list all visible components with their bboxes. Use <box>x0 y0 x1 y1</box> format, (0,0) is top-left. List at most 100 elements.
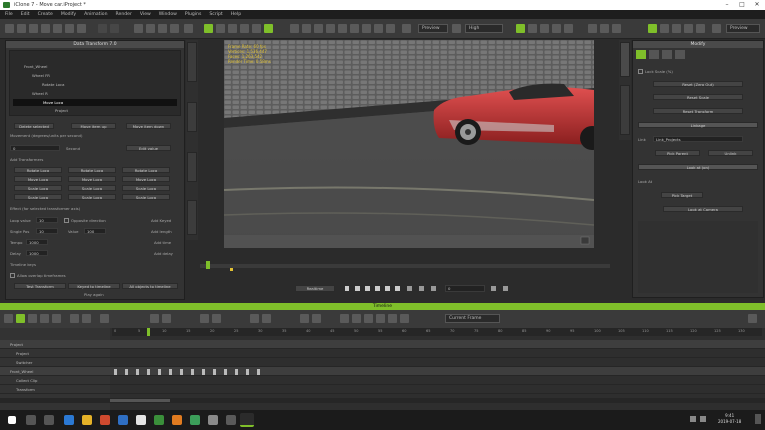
explorer-icon[interactable] <box>82 415 92 425</box>
layout-select[interactable]: Preview <box>726 24 760 33</box>
loop-input[interactable]: 10 <box>36 217 58 223</box>
prev-frame-icon[interactable] <box>365 286 370 291</box>
tab-media[interactable] <box>187 152 197 182</box>
allow-overlap-checkbox[interactable] <box>10 273 15 278</box>
track-row-project-child[interactable]: Project <box>0 349 765 358</box>
layout-icon[interactable] <box>712 24 721 33</box>
snap-icon[interactable] <box>184 24 193 33</box>
menu-window[interactable]: Window <box>159 12 177 17</box>
grid-icon[interactable] <box>290 24 299 33</box>
menu-render[interactable]: Render <box>116 12 132 17</box>
track-row-project[interactable]: Project <box>0 340 765 349</box>
menu-plugins[interactable]: Plugins <box>185 12 201 17</box>
expression-icon[interactable] <box>612 24 621 33</box>
puppet-icon[interactable] <box>528 24 537 33</box>
add-transformer-button[interactable]: Scale Loca <box>68 194 116 200</box>
orbit-icon[interactable] <box>240 24 249 33</box>
record-icon[interactable] <box>431 286 436 291</box>
keyframe[interactable] <box>169 368 172 375</box>
chrome-icon[interactable] <box>136 415 146 425</box>
add-transformer-button[interactable]: Scale Loca <box>122 185 170 191</box>
undo-timeline-icon[interactable] <box>100 314 109 323</box>
unlink-button[interactable]: Unlink <box>708 150 753 156</box>
keyed-to-timeline-button[interactable]: Keyed to timeline <box>68 283 120 289</box>
timeline-icon[interactable] <box>696 24 705 33</box>
speaker-icon[interactable] <box>419 286 424 291</box>
keyframe[interactable] <box>147 368 150 375</box>
light-icon[interactable] <box>264 24 273 33</box>
new-project-icon[interactable] <box>5 24 14 33</box>
first-frame-icon[interactable] <box>385 286 390 291</box>
close-button[interactable]: ✕ <box>750 0 764 10</box>
sound-icon[interactable] <box>262 314 271 323</box>
clock[interactable]: 9:41 2019-07-18 <box>718 413 741 425</box>
realtime-select[interactable]: Realtime <box>295 285 335 292</box>
menu-view[interactable]: View <box>140 12 151 17</box>
play-icon[interactable] <box>345 286 349 291</box>
playhead[interactable] <box>147 328 150 336</box>
timeline-settings-icon[interactable] <box>748 314 757 323</box>
next-key-icon[interactable] <box>376 314 385 323</box>
notification-icon[interactable] <box>755 414 761 424</box>
mail-icon[interactable] <box>118 415 128 425</box>
camera-switch-icon[interactable] <box>503 286 508 291</box>
shade-icon[interactable] <box>314 24 323 33</box>
tree-node[interactable]: Front_Wheel <box>24 64 47 69</box>
all-objects-timeline-button[interactable]: All objects to timeline <box>122 283 178 289</box>
current-frame-select[interactable]: Current Frame <box>445 314 500 323</box>
delete-selected-button[interactable]: Delete selected <box>14 123 54 129</box>
tab-transformer[interactable] <box>187 42 197 82</box>
add-transformer-button[interactable]: Move Loca <box>122 176 170 182</box>
keyframe[interactable] <box>224 368 227 375</box>
move-icon[interactable] <box>146 24 155 33</box>
time-ruler[interactable]: 0 5 10 15 20 25 30 35 40 45 50 55 60 65 70 75 80 85 90 95 10… <box>112 328 762 336</box>
track-row-front-wheel[interactable]: Front_Wheel <box>0 367 765 376</box>
break-clip-icon[interactable] <box>150 314 159 323</box>
scrollbar-thumb[interactable] <box>110 399 170 402</box>
last-key-icon[interactable] <box>400 314 409 323</box>
dof-icon[interactable] <box>386 24 395 33</box>
tab-modify[interactable] <box>620 42 630 77</box>
mocap-icon[interactable] <box>540 24 549 33</box>
add-transformer-button[interactable]: Rotate Loca <box>14 167 62 173</box>
keyframe[interactable] <box>191 368 194 375</box>
export-icon[interactable] <box>53 24 62 33</box>
add-keyed-label[interactable]: Add Keyed <box>151 218 171 223</box>
reset-zero-button[interactable]: Reset (Zero Out) <box>653 81 743 87</box>
add-transformer-button[interactable]: Move Loca <box>14 176 62 182</box>
fit-icon[interactable] <box>252 24 261 33</box>
material-icon[interactable] <box>662 50 672 59</box>
look-at-camera-button[interactable]: Look at Camera <box>663 206 743 212</box>
add-transformer-button[interactable]: Rotate Loca <box>68 167 116 173</box>
keyframe[interactable] <box>257 368 260 375</box>
tab-scene[interactable] <box>187 200 197 235</box>
task-view-icon[interactable] <box>44 415 54 425</box>
visual-icon[interactable] <box>684 24 693 33</box>
movement-input[interactable]: 0 <box>10 145 60 151</box>
render-icon[interactable] <box>65 24 74 33</box>
fog-icon[interactable] <box>374 24 383 33</box>
bloom-icon[interactable] <box>362 24 371 33</box>
zoom-out-icon[interactable] <box>82 314 91 323</box>
keyframe[interactable] <box>180 368 183 375</box>
show-all-icon[interactable] <box>28 314 37 323</box>
first-key-icon[interactable] <box>388 314 397 323</box>
add-length-label[interactable]: Add length <box>151 229 172 234</box>
reset-scale-button[interactable]: Reset Scale <box>653 94 743 100</box>
menu-file[interactable]: File <box>5 12 13 17</box>
single-pos-input[interactable]: 10 <box>36 228 58 234</box>
reach-icon[interactable] <box>564 24 573 33</box>
menu-script[interactable]: Script <box>209 12 222 17</box>
frame-input[interactable]: 0 <box>445 285 485 292</box>
project-node[interactable]: Project <box>55 108 68 113</box>
add-transformer-button[interactable]: Move Loca <box>68 176 116 182</box>
keyframe[interactable] <box>158 368 161 375</box>
play-tl-icon[interactable] <box>340 314 349 323</box>
network-icon[interactable] <box>690 416 696 422</box>
save-icon[interactable] <box>29 24 38 33</box>
settings-icon[interactable] <box>491 286 496 291</box>
frame-slider[interactable] <box>200 261 610 271</box>
keyframe[interactable] <box>246 368 249 375</box>
shadow-icon[interactable] <box>338 24 347 33</box>
track-row-switcher[interactable]: Switcher <box>0 358 765 367</box>
